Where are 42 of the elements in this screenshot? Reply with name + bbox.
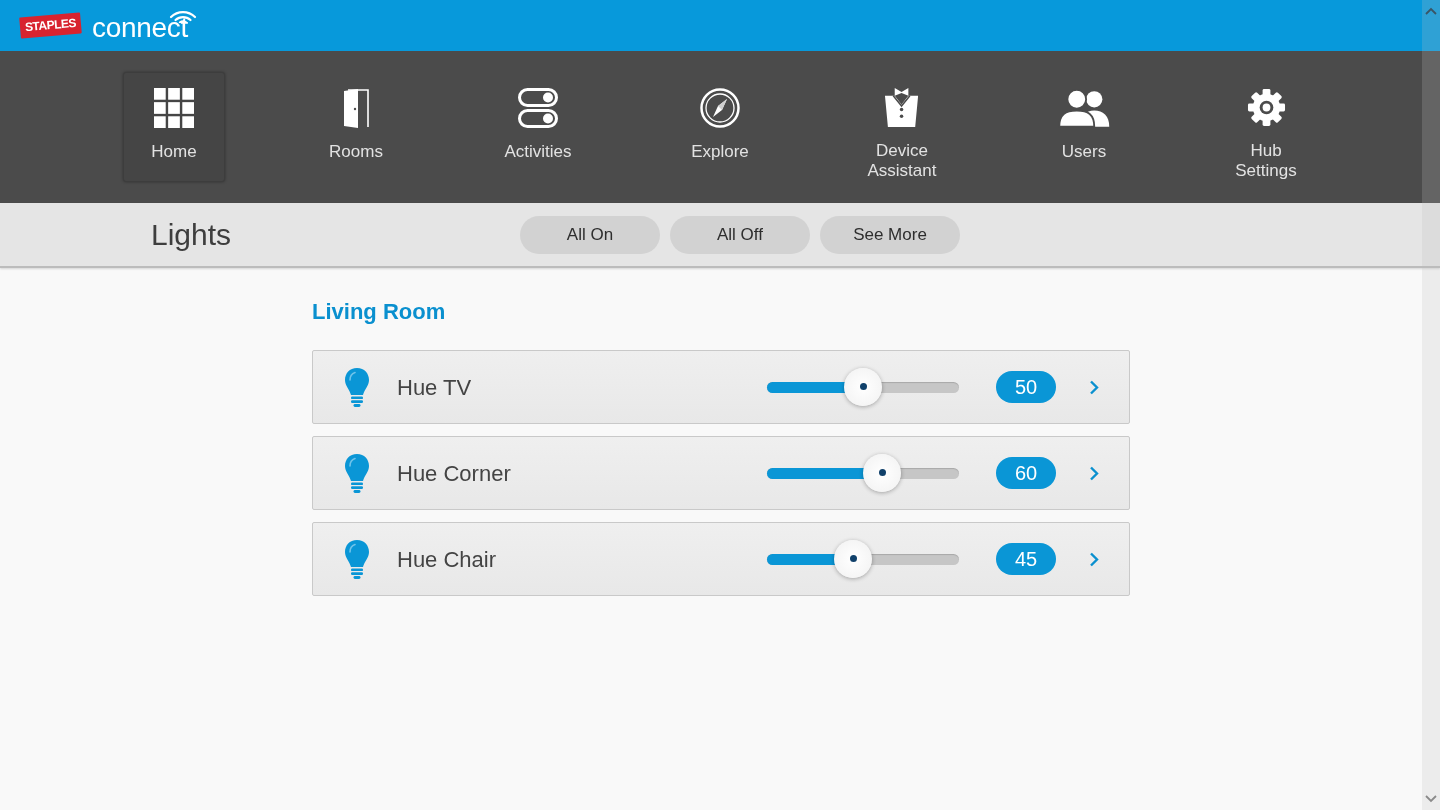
nav-tab[interactable]: Explore: [669, 72, 771, 182]
toggle-icon: [518, 88, 558, 128]
brightness-value: 60: [996, 457, 1056, 489]
compass-icon: [700, 88, 740, 128]
dot-icon: [878, 469, 886, 476]
lightbulb-icon: [344, 539, 370, 579]
lightbulb-icon: [344, 453, 370, 493]
chevron-right-icon[interactable]: [1089, 379, 1099, 395]
slider-thumb[interactable]: [834, 539, 873, 578]
lightbulb-icon: [344, 367, 370, 407]
nav-tab[interactable]: Home: [123, 72, 225, 182]
nav-tab[interactable]: Hub Settings: [1215, 72, 1317, 182]
light-name: Hue Chair: [397, 545, 497, 574]
brightness-value: 50: [996, 371, 1056, 403]
slider-thumb[interactable]: [844, 367, 882, 406]
toolbar-button[interactable]: All On: [520, 215, 660, 254]
settings-icon: [1246, 88, 1286, 127]
chevron-up-icon[interactable]: [1425, 7, 1437, 15]
nav-tab[interactable]: Device Assistant: [851, 72, 953, 182]
door-icon: [342, 88, 370, 128]
users-icon: [1057, 88, 1111, 128]
chevron-down-icon[interactable]: [1425, 795, 1437, 803]
nav-tab[interactable]: Activities: [487, 72, 589, 182]
section-heading: Living Room: [312, 299, 446, 325]
chevron-right-icon[interactable]: [1089, 551, 1099, 567]
page-title: Lights: [151, 217, 232, 251]
grid-icon: [154, 88, 194, 128]
brand-name: connect: [91, 11, 188, 43]
light-name: Hue Corner: [397, 459, 511, 488]
dot-icon: [859, 383, 867, 390]
brand-logo: STAPLES: [19, 12, 82, 39]
tuxedo-icon: [884, 88, 920, 127]
toolbar-button[interactable]: See More: [820, 215, 960, 254]
scrollbar[interactable]: [1422, 0, 1440, 810]
light-name: Hue TV: [397, 373, 472, 402]
dot-icon: [849, 555, 857, 562]
toolbar-button[interactable]: All Off: [670, 215, 810, 254]
nav-tab[interactable]: Users: [1033, 72, 1135, 182]
nav-tab[interactable]: Rooms: [305, 72, 407, 182]
brightness-value: 45: [996, 543, 1056, 575]
chevron-right-icon[interactable]: [1089, 465, 1099, 481]
slider-thumb[interactable]: [863, 453, 902, 492]
